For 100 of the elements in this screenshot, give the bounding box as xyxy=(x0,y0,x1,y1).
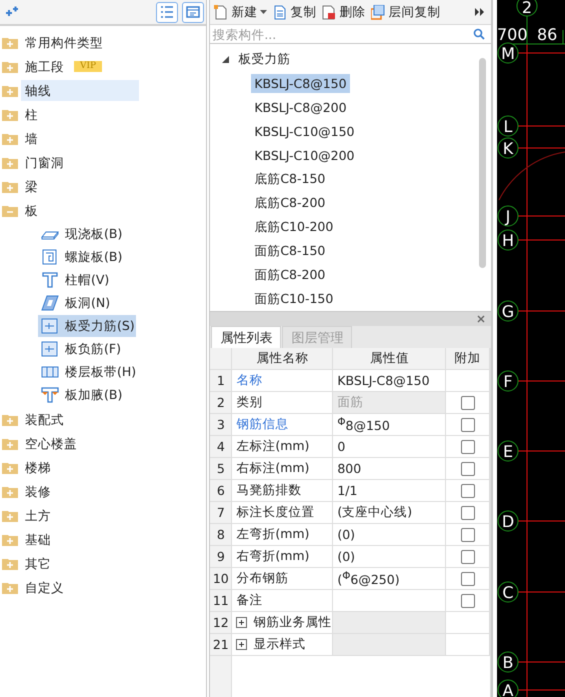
property-group[interactable]: 钢筋业务属性 xyxy=(253,614,332,631)
tree-item[interactable]: 楼梯 xyxy=(21,456,139,478)
more-icon[interactable] xyxy=(475,8,486,16)
checkbox[interactable] xyxy=(460,440,475,454)
tree-item[interactable]: 板 xyxy=(21,200,139,220)
property-name: 右标注(mm) xyxy=(236,460,310,477)
new-button[interactable]: 新建 xyxy=(214,4,268,20)
checkbox[interactable] xyxy=(460,572,475,586)
property-value[interactable]: 0 xyxy=(337,439,346,454)
tree-item[interactable]: 梁 xyxy=(21,176,139,196)
tree-item[interactable]: 轴线 xyxy=(21,80,139,100)
copy-button[interactable]: 复制 xyxy=(273,4,316,20)
list-item[interactable]: 面筋C10-150 xyxy=(251,288,336,310)
tree-item[interactable]: 板负筋(F) xyxy=(38,338,136,360)
dimension-label: 700 xyxy=(497,25,528,44)
expand-plus-icon[interactable] xyxy=(236,617,248,628)
drawing-canvas[interactable]: 2 700 86 M L K J H G F E D C B A xyxy=(497,0,565,697)
tree-item[interactable]: 装配式 xyxy=(21,408,139,430)
checkbox[interactable] xyxy=(460,528,475,542)
checkbox[interactable] xyxy=(460,396,475,410)
checkbox[interactable] xyxy=(460,484,475,498)
tree-item[interactable]: 楼层板带(H) xyxy=(38,361,136,383)
property-value[interactable]: 1/1 xyxy=(337,483,358,498)
list-item[interactable]: KBSLJ-C8@150 xyxy=(251,74,350,92)
list-item[interactable]: 底筋C8-150 xyxy=(251,168,328,190)
list-view-button[interactable] xyxy=(156,2,178,22)
property-name: 马凳筋排数 xyxy=(236,482,302,499)
vip-badge: VIP xyxy=(74,60,102,72)
expand-plus-icon[interactable] xyxy=(236,639,248,650)
tree-item[interactable]: 基础 xyxy=(21,528,139,550)
list-item[interactable]: 底筋C8-200 xyxy=(251,192,328,214)
tree-item[interactable]: 板加腋(B) xyxy=(38,384,136,406)
column-header: 属性名称 xyxy=(232,348,334,369)
property-value[interactable]: ($^{Φ}$6@250) xyxy=(337,570,400,588)
property-value[interactable]: (0) xyxy=(337,549,356,564)
property-value[interactable]: $^{Φ}$8@150 xyxy=(337,416,390,434)
property-group[interactable]: 显示样式 xyxy=(253,636,306,653)
panel-view-button[interactable] xyxy=(182,2,204,22)
list-item[interactable]: KBSLJ-C10@200 xyxy=(251,146,358,164)
axis-bubble: D xyxy=(498,510,518,532)
dimension-label: 86 xyxy=(537,25,558,44)
tree-item[interactable]: 现浇板(B) xyxy=(38,223,136,245)
close-icon[interactable] xyxy=(477,315,486,323)
list-item[interactable]: KBSLJ-C8@200 xyxy=(251,98,350,116)
tree-item[interactable]: 空心楼盖 xyxy=(21,432,139,454)
spiral-icon xyxy=(41,249,59,265)
axis-bubble: J xyxy=(498,206,518,226)
axis-bubble: F xyxy=(498,370,518,392)
tree-item[interactable]: 板洞(N) xyxy=(38,292,136,314)
tree-item[interactable]: 自定义 xyxy=(21,576,139,598)
group-label[interactable]: 板受力筋 xyxy=(238,50,290,68)
tree-item[interactable]: 门窗洞 xyxy=(21,152,139,172)
search-icon[interactable] xyxy=(473,28,486,40)
tree-item[interactable]: 土方 xyxy=(21,504,139,526)
checkbox[interactable] xyxy=(460,418,475,432)
add-icon[interactable] xyxy=(5,6,19,18)
row-number: 4 xyxy=(210,436,232,457)
tree-item[interactable]: 螺旋板(B) xyxy=(38,246,136,268)
property-name: 标注长度位置 xyxy=(236,504,314,521)
property-name: 备注 xyxy=(236,592,262,609)
row-number: 7 xyxy=(210,502,232,523)
tree-item[interactable]: 墙 xyxy=(21,128,139,148)
list-item[interactable]: KBSLJ-C10@150 xyxy=(251,122,358,140)
collapse-triangle-icon[interactable] xyxy=(222,56,230,62)
scrollbar-thumb[interactable] xyxy=(479,58,486,268)
tree-item[interactable]: 其它 xyxy=(21,552,139,574)
property-value[interactable]: (0) xyxy=(337,527,356,542)
property-name: 名称 xyxy=(236,372,262,389)
caret-icon xyxy=(260,10,268,14)
property-name: 钢筋信息 xyxy=(236,416,288,433)
row-number: 1 xyxy=(210,370,232,391)
checkbox[interactable] xyxy=(460,506,475,520)
list-item[interactable]: 底筋C10-200 xyxy=(251,216,336,238)
column-header: 属性值 xyxy=(333,348,446,369)
checkbox[interactable] xyxy=(460,550,475,564)
checkbox[interactable] xyxy=(460,462,475,476)
tree-item[interactable]: 施工段 xyxy=(21,56,68,76)
stacked-squares-icon xyxy=(371,4,386,20)
axis-bubble: L xyxy=(498,116,518,136)
delete-document-icon xyxy=(322,4,336,20)
property-value[interactable]: KBSLJ-C8@150 xyxy=(337,373,430,388)
list-item[interactable]: 面筋C8-150 xyxy=(251,240,328,262)
axis-bubble: B xyxy=(498,652,518,672)
property-value[interactable]: 800 xyxy=(337,461,362,476)
panel-tab[interactable]: 属性列表 xyxy=(211,326,282,348)
column-header: 附加 xyxy=(446,348,490,369)
search-field[interactable]: 搜索构件... xyxy=(212,26,474,42)
row-number: 3 xyxy=(210,414,232,435)
list-item[interactable]: 面筋C8-200 xyxy=(251,264,328,286)
rebar-icon xyxy=(41,318,59,334)
checkbox[interactable] xyxy=(460,594,475,608)
tree-item[interactable]: 柱帽(V) xyxy=(38,269,136,291)
delete-button[interactable]: 删除 xyxy=(322,4,366,20)
tree-item[interactable]: 板受力筋(S) xyxy=(38,315,136,337)
window-icon xyxy=(186,5,200,19)
tree-item[interactable]: 常用构件类型 xyxy=(21,32,139,52)
tree-item[interactable]: 柱 xyxy=(21,104,139,124)
property-value[interactable]: (支座中心线) xyxy=(337,504,412,521)
floorcopy-button[interactable]: 层间复制 xyxy=(371,4,440,20)
tree-item[interactable]: 装修 xyxy=(21,480,139,502)
